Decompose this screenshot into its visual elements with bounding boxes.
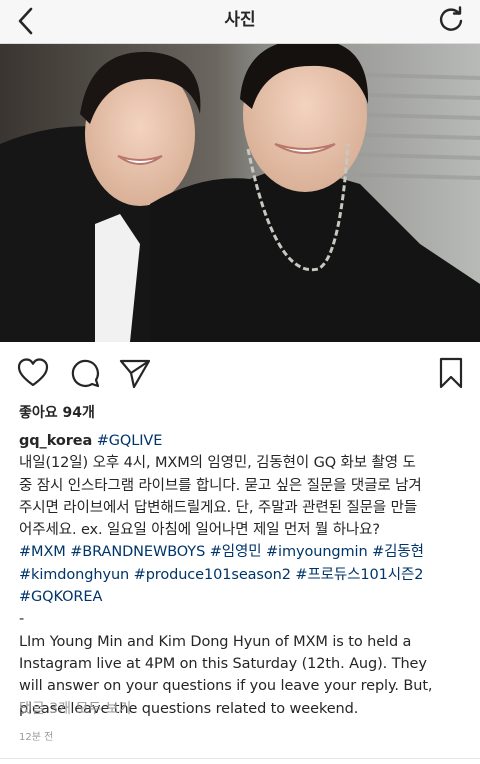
- heart-icon[interactable]: [16, 356, 50, 390]
- hashtag-line: #MXM #BRANDNEWBOYS #임영민 #imyoungmin #김동현: [19, 541, 465, 563]
- caption-english-line: will answer on your questions if you lea…: [19, 678, 433, 695]
- post-action-bar: [0, 350, 480, 394]
- refresh-icon[interactable]: [434, 4, 468, 38]
- post-caption: gq_korea #GQLIVE 내일(12일) 오후 4시, MXM의 임영민…: [19, 430, 465, 720]
- likes-count[interactable]: 좋아요 94개: [19, 402, 95, 422]
- hashtag[interactable]: #imyoungmin: [266, 544, 368, 560]
- hashtag[interactable]: #임영민: [210, 544, 262, 560]
- page-title: 사진: [224, 10, 256, 30]
- caption-separator: -: [19, 611, 25, 628]
- hashtag-line: #GQKOREA: [19, 586, 465, 608]
- caption-first-line: gq_korea #GQLIVE: [19, 430, 465, 452]
- hashtag[interactable]: #김동현: [372, 544, 424, 560]
- hashtag[interactable]: #GQKOREA: [19, 589, 102, 605]
- caption-english-line: Instagram live at 4PM on this Saturday (…: [19, 655, 427, 672]
- username-link[interactable]: gq_korea: [19, 433, 92, 449]
- share-icon[interactable]: [118, 356, 152, 390]
- caption-korean-line: 어주세요. ex. 일요일 아침에 일어나면 제일 먼저 뭘 하나요?: [19, 522, 381, 539]
- hashtag-line: #kimdonghyun #produce101season2 #프로듀스101…: [19, 564, 465, 586]
- caption-english-line: LIm Young Min and Kim Dong Hyun of MXM i…: [19, 633, 412, 650]
- bookmark-icon[interactable]: [434, 356, 468, 390]
- top-navigation-bar: 사진: [0, 0, 480, 44]
- post-timestamp: 12분 전: [19, 732, 54, 743]
- hashtag[interactable]: #BRANDNEWBOYS: [70, 544, 205, 560]
- post-photo[interactable]: [0, 44, 480, 342]
- divider: [0, 758, 480, 759]
- hashtag[interactable]: #GQLIVE: [97, 433, 163, 449]
- hashtag[interactable]: #MXM: [19, 544, 66, 560]
- view-all-comments-link[interactable]: 댓글 3개 모두 보기: [19, 698, 131, 718]
- hashtag[interactable]: #kimdonghyun: [19, 567, 129, 583]
- hashtag[interactable]: #프로듀스101시즌2: [295, 567, 423, 583]
- caption-korean-line: 내일(12일) 오후 4시, MXM의 임영민, 김동현이 GQ 화보 촬영 도: [19, 455, 416, 472]
- hashtag[interactable]: #produce101season2: [134, 567, 291, 583]
- caption-korean-line: 주시면 라이브에서 답변해드릴게요. 단, 주말과 관련된 질문을 만들: [19, 499, 418, 516]
- caption-korean-line: 중 잠시 인스타그램 라이브를 합니다. 묻고 싶은 질문을 댓글로 남겨: [19, 477, 422, 494]
- comment-icon[interactable]: [68, 356, 102, 390]
